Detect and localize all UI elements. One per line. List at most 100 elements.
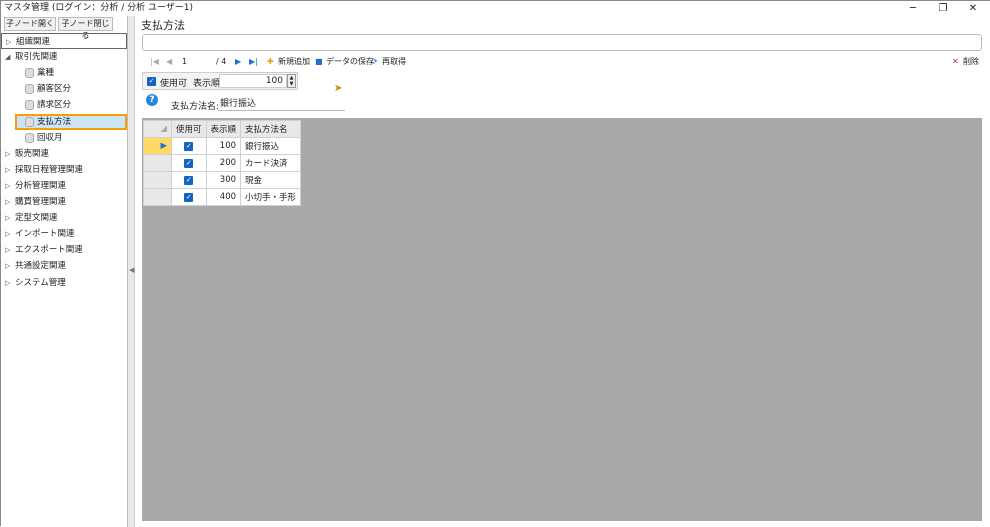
expand-arrow-icon[interactable]: ▷ (5, 258, 10, 274)
tree-node-label: 回収月 (37, 132, 63, 143)
minimize-button[interactable]: ─ (899, 1, 927, 16)
name-input[interactable]: 銀行振込 (218, 94, 345, 111)
save-icon: ■ (315, 57, 323, 66)
tree-node-label: エクスポート関連 (15, 245, 83, 256)
tree-node[interactable]: ▷ インポート関連 (1, 226, 127, 242)
expand-arrow-icon[interactable]: ▷ (5, 275, 10, 291)
order-cell[interactable]: 400 (205, 188, 242, 206)
tree-node-label: インポート関連 (15, 229, 75, 240)
tree-node[interactable]: ▷ 共通設定関連 (1, 258, 127, 274)
database-icon (25, 68, 34, 79)
toolbar: |◀ ◀ 1 / 4 ▶ ▶| ✚ 新規追加 ■ データの保存 ⟳ 再取得 ✕ … (142, 55, 982, 69)
expand-arrow-icon[interactable]: ▷ (5, 226, 10, 242)
row-indicator[interactable]: ▶ (143, 137, 172, 155)
table-row[interactable]: ✓ 400 小切手・手形 (143, 188, 302, 206)
next-record-button[interactable]: ▶ (235, 55, 241, 69)
collapse-children-button[interactable]: 子ノード閉じる (58, 17, 113, 40)
tree-node[interactable]: 顧客区分 (1, 81, 127, 97)
row-indicator[interactable] (143, 188, 172, 206)
expand-children-button[interactable]: 子ノード開く (4, 17, 56, 31)
tree-node[interactable]: ▷ 分析管理関連 (1, 178, 127, 194)
tree-node-label: システム管理 (15, 277, 66, 288)
name-cell[interactable]: カード決済 (240, 154, 302, 172)
order-filter-input[interactable]: 100 (219, 74, 287, 88)
tree-node-label: 取引先関連 (15, 52, 58, 63)
tree-node-label: 請求区分 (37, 100, 72, 111)
restore-button[interactable]: ❐ (929, 1, 957, 16)
column-header[interactable]: 表示順 (205, 120, 242, 138)
tree-node[interactable]: ▷ 採取日程管理関連 (1, 162, 127, 178)
prev-record-button[interactable]: ◀ (166, 55, 172, 69)
name-cell[interactable]: 銀行振込 (240, 137, 302, 155)
page-title: 支払方法 (141, 19, 185, 32)
expand-arrow-icon[interactable]: ▷ (5, 162, 10, 178)
last-record-button[interactable]: ▶| (249, 55, 258, 69)
table-row[interactable]: ▶ ✓ 100 銀行振込 (143, 137, 302, 155)
row-indicator[interactable] (143, 154, 172, 172)
expand-arrow-icon[interactable]: ▷ (5, 242, 10, 258)
expand-arrow-icon[interactable]: ▷ (6, 34, 11, 50)
database-icon (25, 132, 34, 143)
enabled-filter-label: 使用可 (160, 79, 188, 89)
select-all-corner[interactable]: ◢ (143, 120, 172, 138)
tree-node[interactable]: ▷ 販売関連 (1, 146, 127, 162)
name-label: 支払方法名: (171, 102, 220, 112)
enabled-filter-checkbox[interactable]: ✓ (147, 77, 156, 86)
save-button[interactable]: データの保存 (326, 55, 374, 69)
expand-arrow-icon[interactable]: ▷ (5, 146, 10, 162)
help-icon[interactable]: ? (146, 94, 158, 106)
table-row[interactable]: ✓ 200 カード決済 (143, 154, 302, 172)
tree-node-label: 販売関連 (15, 148, 50, 159)
enabled-checkbox[interactable]: ✓ (184, 193, 194, 202)
row-indicator[interactable] (143, 171, 172, 189)
expand-arrow-icon[interactable]: ▷ (5, 178, 10, 194)
name-cell[interactable]: 小切手・手形 (240, 188, 302, 206)
tree-node[interactable]: 回収月 (1, 130, 127, 146)
first-record-button[interactable]: |◀ (150, 55, 159, 69)
delete-icon: ✕ (952, 57, 959, 66)
tree-node-label: 組織関連 (16, 37, 51, 47)
table-row[interactable]: ✓ 300 現金 (143, 171, 302, 189)
tree-node[interactable]: ▷ エクスポート関連 (1, 242, 127, 258)
payment-grid: ◢ 使用可 表示順 支払方法名 ▶ ✓ 100 銀行振込 ✓ 200 カード決済… (143, 120, 302, 206)
tree-node[interactable]: ▷ 組織関連 (1, 33, 127, 49)
close-button[interactable]: ✕ (959, 1, 987, 16)
tree-node[interactable]: 支払方法 (15, 113, 127, 130)
filter-bar: ✓ 使用可 表示順 100 ▲ ▼ (142, 72, 298, 90)
tree-node-label: 分析管理関連 (15, 180, 67, 191)
search-input[interactable] (142, 34, 982, 51)
window-title: マスタ管理 (ログイン：分析 / 分析 ユーザー1) (4, 3, 194, 13)
tree-node-label: 共通設定関連 (15, 261, 67, 272)
expand-arrow-icon[interactable]: ▷ (5, 210, 10, 226)
tree-node-label: 業種 (37, 68, 55, 79)
tree-node[interactable]: ▷ 購買管理関連 (1, 194, 127, 210)
tree-node-label: 定型文関連 (15, 213, 58, 224)
enabled-checkbox[interactable]: ✓ (184, 142, 194, 151)
tree-node[interactable]: ▷ 定型文関連 (1, 210, 127, 226)
database-icon (25, 84, 34, 95)
column-header[interactable]: 使用可 (171, 120, 207, 138)
order-cell[interactable]: 200 (205, 154, 242, 172)
splitter[interactable]: ◀ (128, 16, 135, 527)
cursor-icon: ➤ (334, 83, 343, 94)
refresh-button[interactable]: 再取得 (382, 55, 406, 69)
name-cell[interactable]: 現金 (240, 171, 302, 189)
order-filter-label: 表示順 (193, 79, 221, 89)
enabled-checkbox[interactable]: ✓ (184, 176, 194, 185)
tree-node[interactable]: ▷ システム管理 (1, 275, 127, 291)
column-header[interactable]: 支払方法名 (240, 120, 302, 138)
order-spinner[interactable]: ▲ ▼ (287, 74, 296, 88)
current-row-icon: ▶ (160, 141, 167, 151)
tree-node[interactable]: 業種 (1, 65, 127, 81)
delete-button[interactable]: 削除 (963, 55, 979, 69)
tree-node[interactable]: ◢ 取引先関連 (1, 49, 127, 65)
add-icon: ✚ (267, 57, 274, 66)
database-icon (25, 116, 34, 127)
enabled-checkbox[interactable]: ✓ (184, 159, 194, 168)
order-cell[interactable]: 100 (205, 137, 242, 155)
add-button[interactable]: 新規追加 (278, 55, 310, 69)
expand-arrow-icon[interactable]: ◢ (5, 49, 10, 65)
tree-node[interactable]: 請求区分 (1, 97, 127, 113)
order-cell[interactable]: 300 (205, 171, 242, 189)
expand-arrow-icon[interactable]: ▷ (5, 194, 10, 210)
